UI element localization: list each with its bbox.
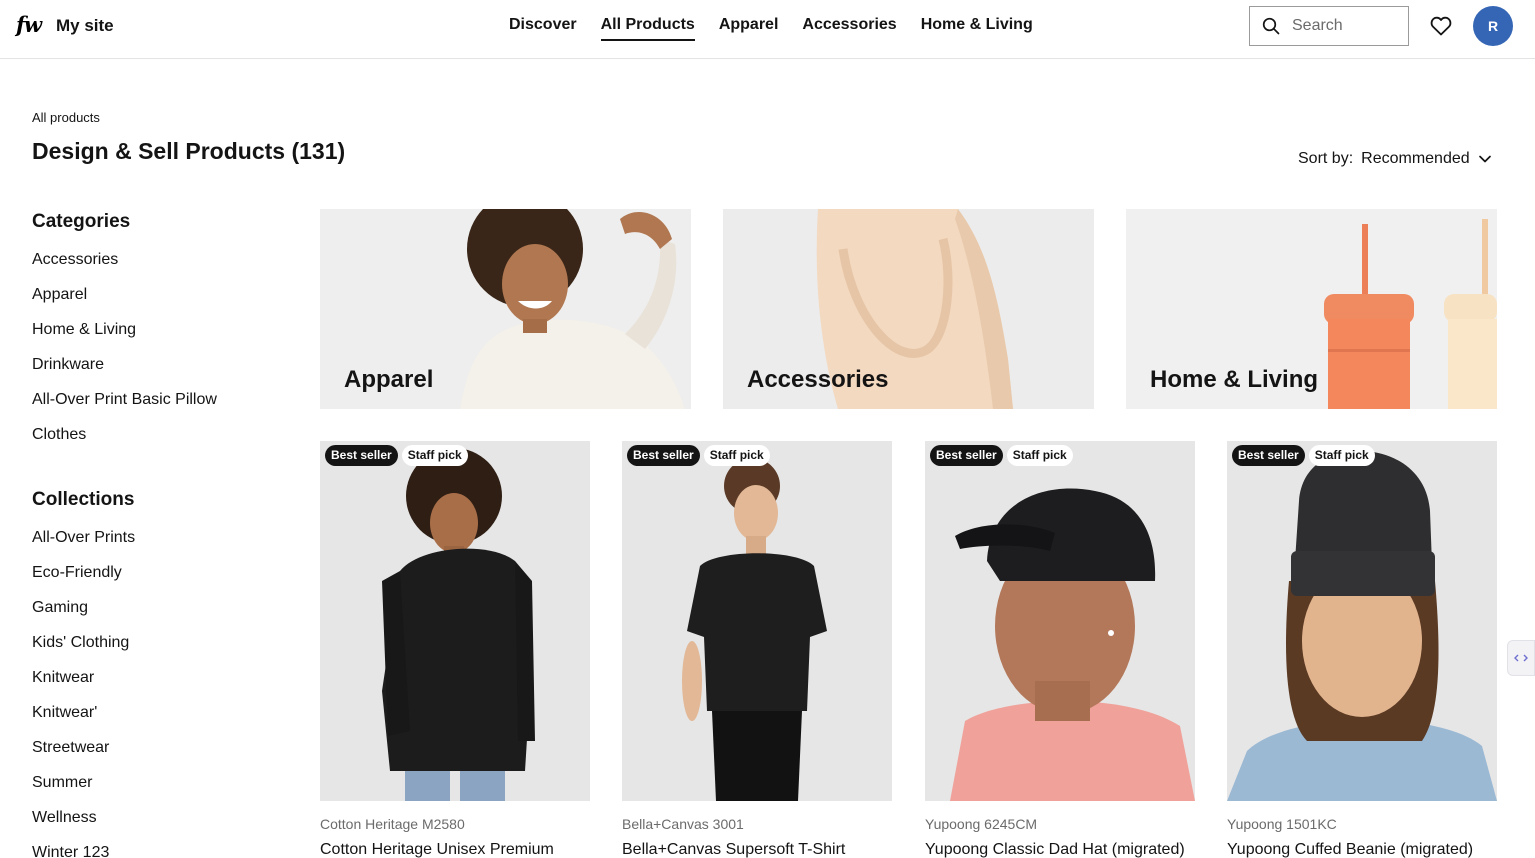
sort-dropdown[interactable]: Sort by: Recommended — [1298, 150, 1492, 168]
staff-pick-badge: Staff pick — [1006, 445, 1073, 466]
search-input[interactable] — [1292, 17, 1402, 35]
product-brand: Yupoong 1501KC — [1227, 816, 1337, 832]
collection-knitwear-alt[interactable]: Knitwear' — [32, 703, 135, 738]
best-seller-badge: Best seller — [1232, 445, 1305, 466]
search-box[interactable] — [1249, 6, 1409, 46]
collection-eco-friendly[interactable]: Eco-Friendly — [32, 563, 135, 598]
product-photo: Best seller Staff pick — [925, 441, 1195, 801]
category-apparel[interactable]: Apparel — [32, 285, 217, 320]
nav-home-living[interactable]: Home & Living — [921, 0, 1033, 58]
staff-pick-badge: Staff pick — [401, 445, 468, 466]
nav-apparel[interactable]: Apparel — [719, 0, 779, 58]
product-name[interactable]: Bella+Canvas Supersoft T-Shirt — [622, 841, 892, 858]
dad-hat-model-image — [950, 488, 1195, 801]
category-drinkware[interactable]: Drinkware — [32, 355, 217, 390]
badge-group: Best seller Staff pick — [325, 445, 468, 466]
badge-group: Best seller Staff pick — [1232, 445, 1375, 466]
product-card[interactable]: Best seller Staff pick Bella+Canvas 3001… — [622, 441, 892, 858]
collection-summer[interactable]: Summer — [32, 773, 135, 808]
collections-heading: Collections — [32, 489, 135, 510]
product-brand: Cotton Heritage M2580 — [320, 816, 465, 832]
hoodie-model-image — [382, 448, 535, 801]
nav-accessories[interactable]: Accessories — [802, 0, 896, 58]
sort-label: Sort by: — [1298, 150, 1354, 167]
staff-pick-badge: Staff pick — [703, 445, 770, 466]
product-name[interactable]: Yupoong Cuffed Beanie (migrated) — [1227, 841, 1497, 858]
main-nav: Discover All Products Apparel Accessorie… — [509, 0, 1033, 58]
category-all-over-print-pillow[interactable]: All-Over Print Basic Pillow — [32, 390, 217, 425]
site-name[interactable]: My site — [56, 16, 114, 36]
product-card[interactable]: Best seller Staff pick Cotton Heritage M… — [320, 441, 590, 858]
logo[interactable]: fw — [16, 12, 42, 37]
nav-discover[interactable]: Discover — [509, 0, 577, 58]
best-seller-badge: Best seller — [627, 445, 700, 466]
avatar[interactable]: R — [1473, 6, 1513, 46]
best-seller-badge: Best seller — [930, 445, 1003, 466]
banner-label: Accessories — [747, 366, 889, 393]
product-name[interactable]: Yupoong Classic Dad Hat (migrated) — [925, 841, 1195, 858]
banner-apparel[interactable]: Apparel — [320, 209, 691, 409]
collection-streetwear[interactable]: Streetwear — [32, 738, 135, 773]
collection-winter-123[interactable]: Winter 123 — [32, 843, 135, 858]
product-card[interactable]: Best seller Staff pick Yupoong 6245CM Yu… — [925, 441, 1195, 858]
chevron-down-icon — [1478, 155, 1491, 163]
beanie-model-image — [1227, 450, 1497, 801]
collection-kids-clothing[interactable]: Kids' Clothing — [32, 633, 135, 668]
banner-home-living[interactable]: Home & Living — [1126, 209, 1497, 409]
collection-all-over-prints[interactable]: All-Over Prints — [32, 528, 135, 563]
best-seller-badge: Best seller — [325, 445, 398, 466]
collections-list: All-Over Prints Eco-Friendly Gaming Kids… — [32, 528, 135, 858]
collapse-arrows-icon — [1514, 654, 1528, 662]
nav-all-products[interactable]: All Products — [600, 0, 696, 58]
product-photo: Best seller Staff pick — [1227, 441, 1497, 801]
collection-knitwear[interactable]: Knitwear — [32, 668, 135, 703]
product-name[interactable]: Cotton Heritage Unisex Premium — [320, 841, 590, 858]
category-home-living[interactable]: Home & Living — [32, 320, 217, 355]
collection-wellness[interactable]: Wellness — [32, 808, 135, 843]
breadcrumb[interactable]: All products — [32, 110, 100, 125]
collection-gaming[interactable]: Gaming — [32, 598, 135, 633]
product-photo: Best seller Staff pick — [320, 441, 590, 801]
product-card[interactable]: Best seller Staff pick Yupoong 1501KC Yu… — [1227, 441, 1497, 858]
product-photo: Best seller Staff pick — [622, 441, 892, 801]
categories-heading: Categories — [32, 211, 131, 232]
heart-icon[interactable] — [1429, 14, 1453, 38]
tshirt-model-image — [682, 458, 827, 801]
product-brand: Bella+Canvas 3001 — [622, 816, 744, 832]
banner-label: Apparel — [344, 366, 434, 393]
collapse-tab[interactable] — [1507, 640, 1535, 676]
badge-group: Best seller Staff pick — [930, 445, 1073, 466]
search-icon — [1262, 17, 1280, 35]
top-bar: fw My site Discover All Products Apparel… — [0, 0, 1535, 59]
banner-accessories[interactable]: Accessories — [723, 209, 1094, 409]
product-brand: Yupoong 6245CM — [925, 816, 1038, 832]
badge-group: Best seller Staff pick — [627, 445, 770, 466]
sort-value: Recommended — [1361, 150, 1470, 167]
categories-list: Accessories Apparel Home & Living Drinkw… — [32, 250, 217, 460]
category-clothes[interactable]: Clothes — [32, 425, 217, 460]
staff-pick-badge: Staff pick — [1308, 445, 1375, 466]
banner-label: Home & Living — [1150, 366, 1319, 393]
page-title: Design & Sell Products (131) — [32, 138, 346, 164]
category-accessories[interactable]: Accessories — [32, 250, 217, 285]
